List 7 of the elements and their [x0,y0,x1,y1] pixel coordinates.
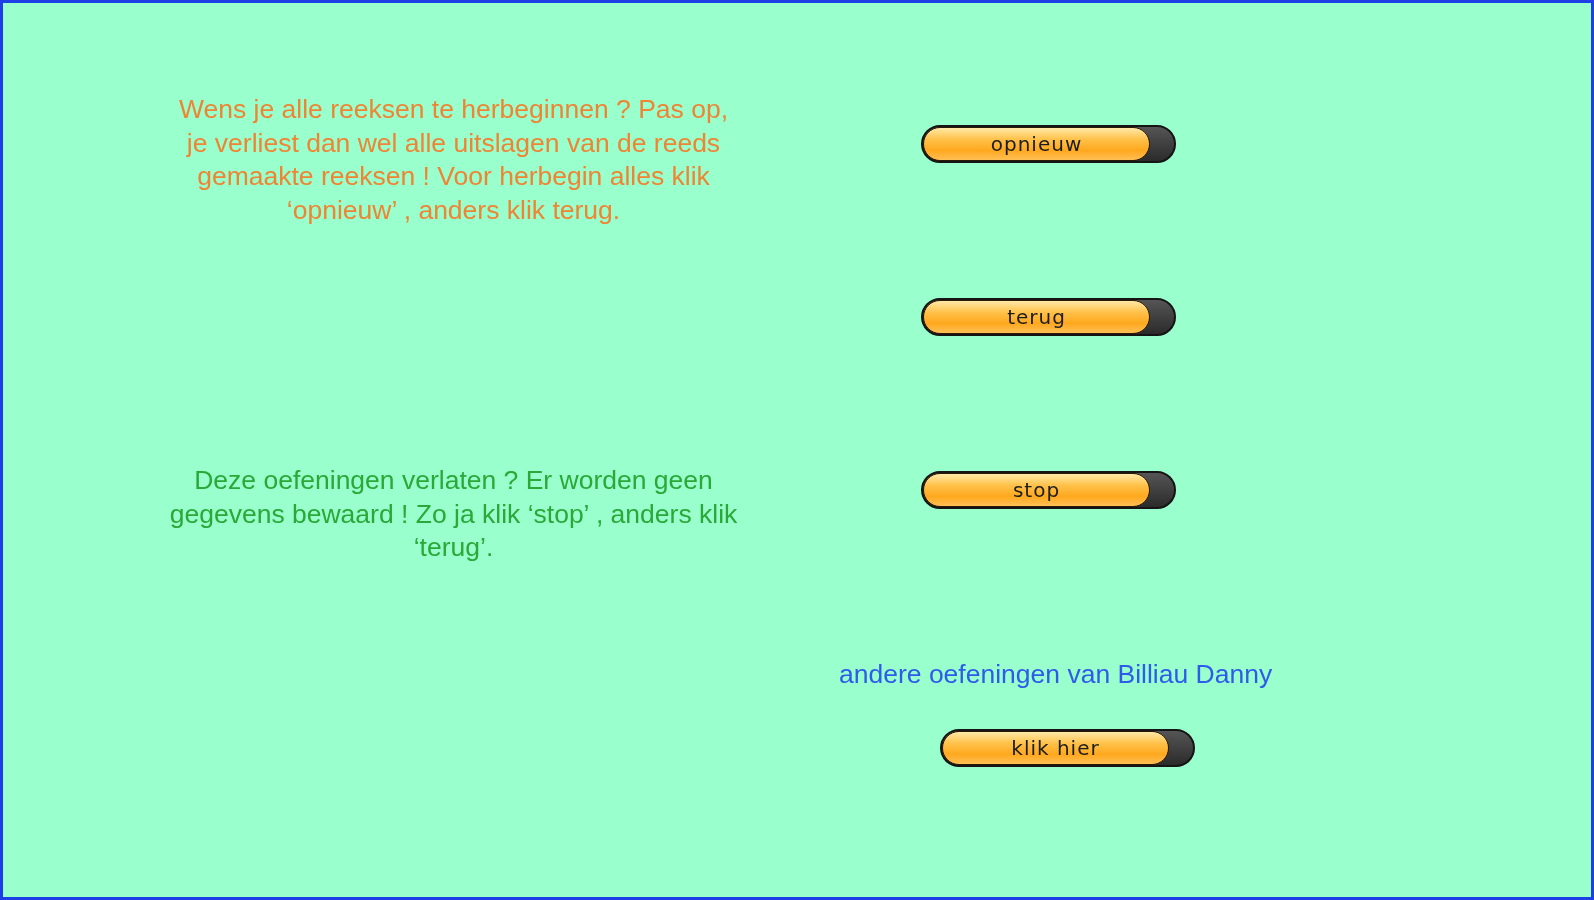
back-button[interactable]: terug [921,298,1176,336]
more-exercises-button[interactable]: klik hier [940,729,1195,767]
stop-button[interactable]: stop [921,471,1176,509]
author-credit-text: andere oefeningen van Billiau Danny [839,659,1273,689]
restart-button[interactable]: opnieuw [921,125,1176,163]
restart-warning-text: Wens je alle reeksen te herbeginnen ? Pas op, je verliest dan wel alle uitslagen van de reeds gemaakte reeksen ! Voor herbegin alles klik ‘opnieuw’ , anders klik terug. [178,93,729,227]
quit-warning-text: Deze oefeningen verlaten ? Er worden geen gegevens bewaard ! Zo ja klik ‘stop’ , anders klik ‘terug’. [168,464,739,564]
